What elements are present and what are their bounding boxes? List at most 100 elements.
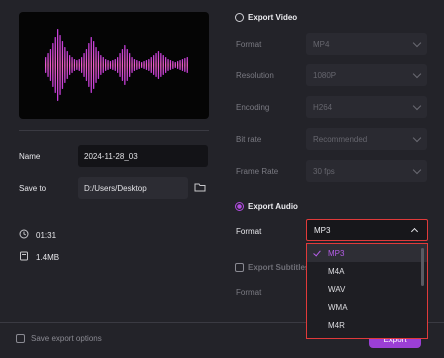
export-video-radio[interactable]: [235, 13, 244, 22]
encoding-value: H264: [313, 102, 333, 112]
waveform-bar: [64, 47, 66, 83]
waveform-bar: [52, 43, 54, 87]
save-options-checkbox[interactable]: [16, 334, 25, 343]
waveform-bar: [114, 59, 116, 71]
file-size-value: 1.4MB: [36, 253, 60, 262]
waveform-bar: [153, 55, 155, 75]
dropdown-option-m4a[interactable]: M4A: [307, 262, 427, 280]
waveform-bar: [169, 60, 172, 70]
audio-preview: [19, 12, 209, 119]
dropdown-option-wma[interactable]: WMA: [307, 298, 427, 316]
waveform-bar: [95, 47, 97, 83]
waveform-bar: [119, 53, 121, 77]
chevron-down-icon: [412, 165, 422, 174]
chevron-down-icon: [412, 69, 422, 78]
waveform-bar: [148, 59, 150, 71]
waveform-bar: [112, 60, 114, 70]
waveform-bar: [97, 51, 100, 79]
audio-format-label: Format: [236, 227, 262, 236]
waveform-bar: [47, 53, 49, 77]
waveform-bar: [54, 37, 56, 93]
bitrate-value: Recommended: [313, 134, 368, 144]
frame-rate-select[interactable]: 30 fps: [306, 160, 427, 182]
waveform-bar: [124, 45, 126, 85]
waveform-bar: [157, 51, 160, 79]
waveform-bar: [121, 49, 124, 81]
export-audio-radio[interactable]: [235, 202, 244, 211]
waveform-bar: [162, 55, 164, 75]
waveform-bar: [78, 59, 80, 71]
subtitle-format-label: Format: [236, 288, 262, 297]
audio-format-dropdown[interactable]: MP3 M4A WAV WMA M4R: [306, 243, 428, 339]
waveform-bar: [45, 57, 47, 73]
export-audio-title: Export Audio: [248, 202, 298, 211]
waveform-bar: [167, 59, 169, 71]
waveform-bar: [93, 41, 95, 89]
checkmark-icon: [313, 248, 321, 257]
chevron-down-icon: [412, 133, 422, 142]
waveform-bar: [88, 43, 90, 87]
dropdown-option-wav[interactable]: WAV: [307, 280, 427, 298]
waveform-bar: [179, 60, 181, 70]
bitrate-label: Bit rate: [236, 135, 262, 144]
encoding-select[interactable]: H264: [306, 96, 427, 118]
video-format-select[interactable]: MP4: [306, 33, 427, 55]
duration-value: 01:31: [36, 231, 57, 240]
option-label: M4R: [328, 320, 345, 330]
folder-icon[interactable]: [194, 182, 206, 192]
waveform-bar: [160, 53, 162, 77]
waveform-bar: [184, 58, 186, 72]
waveform-bar: [174, 62, 176, 68]
waveform-bar: [73, 59, 76, 71]
waveform-bar: [131, 57, 133, 73]
chevron-down-icon: [412, 38, 422, 47]
name-label: Name: [19, 152, 41, 161]
option-label: M4A: [328, 266, 345, 276]
waveform-bar: [66, 51, 68, 79]
resolution-label: Resolution: [236, 71, 274, 80]
waveform-bar: [59, 35, 61, 95]
waveform-bar: [136, 60, 138, 70]
waveform-bar: [172, 61, 174, 69]
waveform-bar: [100, 55, 102, 75]
waveform-bar: [105, 59, 107, 71]
name-input[interactable]: 2024-11-28_03: [78, 145, 208, 167]
bitrate-select[interactable]: Recommended: [306, 128, 427, 150]
waveform-bar: [145, 60, 148, 70]
encoding-label: Encoding: [236, 103, 270, 112]
resolution-value: 1080P: [313, 70, 337, 80]
export-subtitles-title: Export Subtitles: [248, 263, 310, 272]
save-to-label: Save to: [19, 184, 47, 193]
resolution-select[interactable]: 1080P: [306, 64, 427, 86]
waveform-bar: [107, 60, 109, 70]
audio-format-value: MP3: [314, 225, 331, 235]
waveform-bar: [155, 53, 157, 77]
waveform-bar: [165, 57, 167, 73]
export-subtitles-checkbox[interactable]: [235, 263, 244, 272]
waveform-bar: [57, 29, 59, 101]
waveform-bar: [141, 62, 143, 68]
waveform-bar: [71, 57, 73, 73]
waveform-bar: [133, 59, 136, 71]
waveform-bar: [83, 53, 85, 77]
option-label: WMA: [328, 302, 348, 312]
save-path-input[interactable]: D:/Users/Desktop: [78, 177, 188, 199]
option-label: WAV: [328, 284, 346, 294]
waveform-bar: [69, 55, 71, 75]
video-format-label: Format: [236, 40, 262, 49]
waveform-bar: [181, 59, 184, 71]
waveform-bar: [177, 61, 179, 69]
audio-format-select[interactable]: MP3: [306, 219, 428, 241]
dropdown-option-m4r[interactable]: M4R: [307, 316, 427, 334]
video-format-value: MP4: [313, 39, 330, 49]
dropdown-option-mp3[interactable]: MP3: [307, 244, 427, 262]
waveform-bar: [76, 60, 78, 70]
chevron-up-icon: [410, 227, 419, 236]
waveform-icon: [45, 29, 188, 101]
waveform-bar: [143, 61, 145, 69]
waveform-bar: [102, 57, 104, 73]
waveform-bar: [81, 57, 83, 73]
export-video-title: Export Video: [248, 13, 298, 22]
waveform-bar: [129, 53, 131, 77]
dropdown-scrollbar[interactable]: [421, 248, 424, 286]
